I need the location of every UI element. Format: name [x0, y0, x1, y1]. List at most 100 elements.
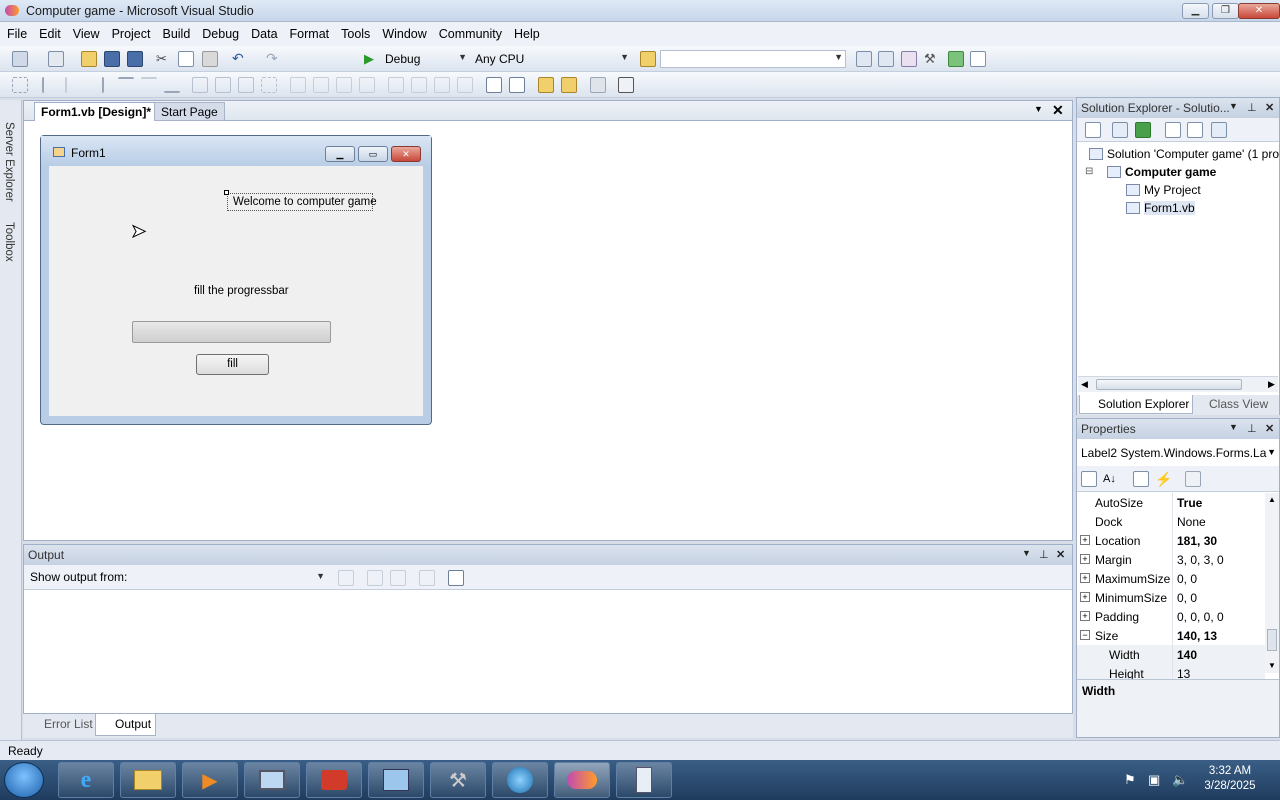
property-row[interactable]: AutoSize True [1077, 493, 1265, 512]
property-value[interactable]: 140 [1177, 648, 1197, 662]
solution-horizontal-scrollbar[interactable]: ◀ ▶ [1078, 376, 1278, 392]
menu-build[interactable]: Build [156, 22, 196, 41]
toolbox-tab[interactable]: Toolbox [3, 222, 15, 262]
panel-dropdown-icon[interactable]: ▼ [1022, 548, 1031, 558]
categorized-icon[interactable] [1081, 471, 1097, 487]
tray-volume-icon[interactable]: 🔈 [1172, 772, 1188, 788]
internet-explorer-button[interactable]: e [58, 762, 114, 798]
restore-button[interactable]: ❐ [1212, 3, 1239, 19]
menu-community[interactable]: Community [433, 22, 508, 41]
refresh-icon[interactable] [1135, 122, 1151, 138]
align-rights-icon[interactable] [88, 77, 104, 93]
property-row[interactable]: + MinimumSize 0, 0 [1077, 588, 1265, 607]
fill-instruction-label[interactable]: fill the progressbar [194, 285, 289, 297]
toolbox-app-button[interactable] [306, 762, 362, 798]
solution-explorer-icon[interactable] [856, 51, 872, 67]
open-icon[interactable] [81, 51, 97, 67]
panel-close-icon[interactable]: ✕ [1265, 422, 1274, 435]
object-dropdown-icon[interactable]: ▼ [1267, 447, 1276, 457]
decrease-horizontal-spacing-icon[interactable] [336, 77, 352, 93]
solution-node[interactable]: Solution 'Computer game' (1 pro [1089, 147, 1279, 161]
make-same-size-icon[interactable] [238, 77, 254, 93]
toolbox-icon[interactable]: ⚒ [924, 51, 940, 67]
project-expander-icon[interactable]: ⊟ [1085, 166, 1093, 177]
menu-format[interactable]: Format [284, 22, 336, 41]
visual-studio-button[interactable] [554, 762, 610, 798]
align-tops-icon[interactable] [118, 77, 134, 93]
property-grid-scrollbar[interactable]: ▲ ▼ [1265, 493, 1279, 673]
explorer-button[interactable] [120, 762, 176, 798]
save-all-icon[interactable] [127, 51, 143, 67]
panel-close-icon[interactable]: ✕ [1265, 101, 1274, 114]
copy-icon[interactable] [178, 51, 194, 67]
tab-output[interactable]: Output [95, 714, 157, 736]
object-selector[interactable]: Label2 System.Windows.Forms.La ▼ [1079, 443, 1277, 463]
form1-vb-node[interactable]: Form1.vb [1126, 201, 1195, 215]
find-in-files-icon[interactable] [640, 51, 656, 67]
vertical-spacing-icon[interactable] [388, 77, 404, 93]
property-value[interactable]: 181, 30 [1177, 534, 1217, 548]
expand-icon[interactable]: + [1080, 554, 1090, 564]
scroll-thumb[interactable] [1096, 379, 1242, 390]
minimize-button[interactable]: ▁ [1182, 3, 1209, 19]
align-grid-icon[interactable] [12, 77, 28, 93]
tab-error-list[interactable]: Error List [25, 717, 93, 731]
word-wrap-icon[interactable] [448, 570, 464, 586]
browser-button[interactable] [492, 762, 548, 798]
panel-close-icon[interactable]: ✕ [1056, 548, 1065, 561]
scroll-right-icon[interactable]: ▶ [1268, 379, 1275, 390]
paste-icon[interactable] [202, 51, 218, 67]
panel-dropdown-icon[interactable]: ▼ [1229, 101, 1238, 111]
welcome-label[interactable]: Welcome to computer game [233, 196, 377, 208]
scroll-left-icon[interactable]: ◀ [1081, 379, 1088, 390]
horizontal-spacing-icon[interactable] [290, 77, 306, 93]
tab-form1-design[interactable]: Form1.vb [Design]* [34, 102, 159, 121]
panel-dropdown-icon[interactable]: ▼ [1229, 422, 1238, 432]
menu-view[interactable]: View [67, 22, 106, 41]
pin-icon[interactable]: ⊥ [1039, 548, 1049, 561]
make-same-width-icon[interactable] [192, 77, 208, 93]
next-message-icon[interactable] [390, 570, 406, 586]
close-button[interactable]: ✕ [1238, 3, 1280, 19]
form1-designer-window[interactable]: Form1 ▁ ▭ ✕ Welcome to computer game fil… [40, 135, 432, 425]
tray-network-icon[interactable]: ▣ [1148, 772, 1160, 788]
size-to-grid-icon[interactable] [261, 77, 277, 93]
property-value[interactable]: 0, 0, 0, 0 [1177, 610, 1224, 624]
solution-config-combo[interactable]: Debug ▼ [380, 50, 470, 68]
property-value[interactable]: None [1177, 515, 1206, 529]
property-row[interactable]: − Size 140, 13 [1077, 626, 1265, 645]
show-all-files-icon[interactable] [1112, 122, 1128, 138]
network-button[interactable] [368, 762, 424, 798]
my-project-node[interactable]: My Project [1126, 183, 1201, 197]
previous-message-icon[interactable] [367, 570, 383, 586]
menu-edit[interactable]: Edit [33, 22, 67, 41]
property-pages-icon[interactable] [1185, 471, 1201, 487]
scroll-thumb[interactable] [1267, 629, 1277, 651]
menu-file[interactable]: File [0, 22, 33, 41]
media-player-button[interactable]: ▶ [182, 762, 238, 798]
send-to-back-icon[interactable] [561, 77, 577, 93]
progress-bar[interactable] [132, 321, 331, 343]
tab-solution-explorer[interactable]: Solution Explorer [1079, 395, 1194, 414]
menu-project[interactable]: Project [106, 22, 157, 41]
properties-icon[interactable] [878, 51, 894, 67]
menu-window[interactable]: Window [376, 22, 432, 41]
lock-controls-icon[interactable] [618, 77, 634, 93]
bring-to-front-icon[interactable] [538, 77, 554, 93]
events-icon[interactable]: ⚡ [1155, 471, 1172, 487]
property-row[interactable]: + Location 181, 30 [1077, 531, 1265, 550]
tab-list-dropdown-icon[interactable]: ▼ [1034, 104, 1043, 114]
align-middles-icon[interactable] [141, 77, 157, 93]
cut-icon[interactable]: ✂ [156, 51, 172, 67]
output-source-combo[interactable]: ▼ [142, 569, 328, 587]
clock[interactable]: 3:32 AM 3/28/2025 [1196, 765, 1264, 792]
property-value[interactable]: 0, 0 [1177, 591, 1197, 605]
clear-all-icon[interactable] [419, 570, 435, 586]
platform-combo[interactable]: Any CPU ▼ [470, 50, 632, 68]
align-lefts-icon[interactable] [42, 77, 58, 93]
start-button[interactable] [4, 762, 44, 798]
scroll-up-icon[interactable]: ▲ [1268, 495, 1276, 504]
command-window-icon[interactable] [970, 51, 986, 67]
align-centers-icon[interactable] [65, 77, 81, 93]
center-vertically-icon[interactable] [509, 77, 525, 93]
